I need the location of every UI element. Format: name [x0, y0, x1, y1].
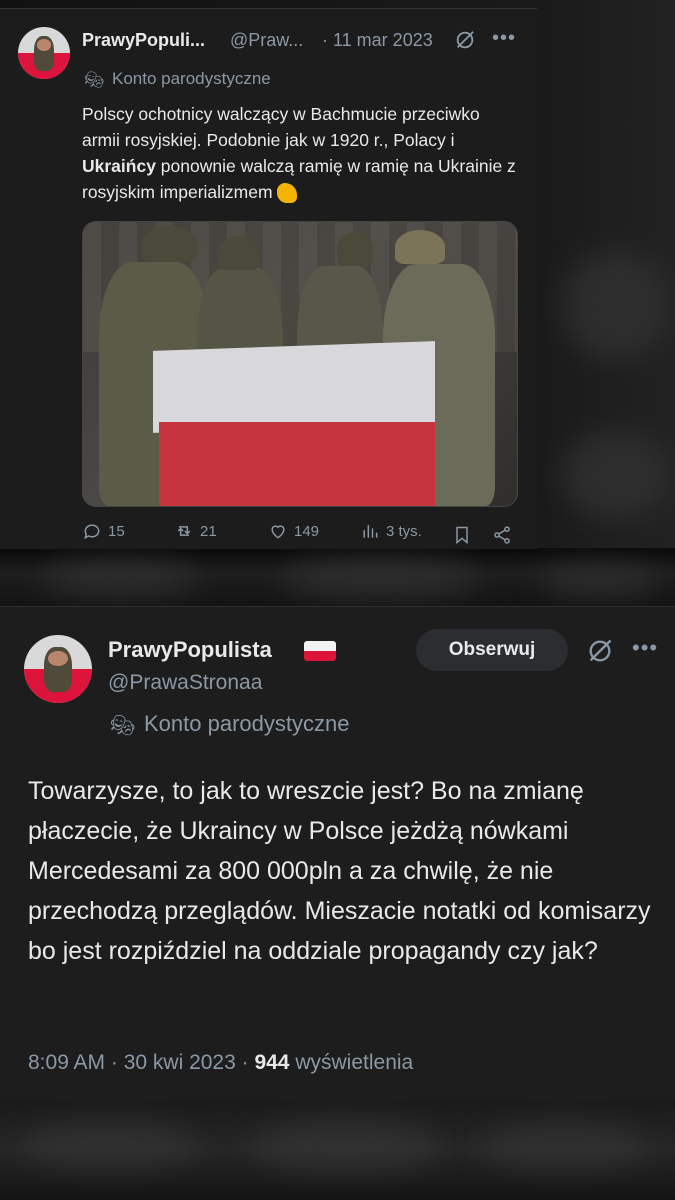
views-icon — [363, 525, 378, 538]
views-button[interactable]: 3 tys. — [360, 521, 422, 541]
grok-icon[interactable] — [454, 29, 476, 51]
tweet-meta: 8:09 AM · 30 kwi 2023 · 944 wyświetlenia — [28, 1051, 413, 1075]
handle[interactable]: @PrawaStronaa — [108, 671, 262, 695]
tweet-card-1[interactable]: PrawyPopuli... @Praw... · 11 mar 2023 ••… — [0, 8, 537, 549]
background-blur-side-2 — [560, 430, 670, 520]
like-count: 149 — [294, 522, 320, 540]
hashtag-link[interactable]: Ukraińcy — [82, 156, 156, 176]
like-button[interactable]: 149 — [268, 521, 319, 541]
flag-red-stripe — [159, 422, 435, 506]
avatar[interactable] — [24, 635, 92, 703]
flexed-biceps-emoji — [276, 183, 297, 204]
views-count: 944 — [254, 1051, 290, 1074]
avatar[interactable] — [18, 27, 70, 79]
grok-icon[interactable] — [586, 637, 614, 665]
theater-mask-icon: 🎭︎ — [110, 715, 136, 737]
flag-white-stripe — [153, 341, 435, 433]
views-label: wyświetlenia — [289, 1051, 414, 1074]
tweet-date[interactable]: · 11 mar 2023 — [322, 30, 433, 51]
reply-count: 15 — [108, 522, 125, 540]
theater-mask-icon: 🎭︎ — [84, 72, 105, 89]
background-blur-middle — [0, 548, 675, 610]
parody-label: Konto parodystyczne — [144, 711, 350, 736]
repost-button[interactable]: 21 — [174, 521, 217, 541]
views-count: 3 tys. — [386, 522, 422, 540]
background-blur-side — [560, 250, 670, 360]
background-blur-bottom — [0, 1100, 675, 1200]
tweet-text: Towarzysze, to jak to wreszcie jest? Bo … — [28, 777, 651, 965]
tweet-photo[interactable] — [82, 221, 518, 507]
display-name[interactable]: PrawyPopuli... — [82, 30, 205, 51]
reply-icon — [84, 524, 100, 540]
display-name[interactable]: PrawyPopulista — [108, 637, 272, 663]
share-icon[interactable] — [492, 525, 512, 545]
repost-icon — [177, 526, 191, 536]
like-icon — [271, 525, 285, 539]
tweet-text: Polscy ochotnicy walczący w Bachmucie pr… — [82, 104, 516, 204]
reply-button[interactable]: 15 — [82, 521, 125, 541]
more-icon[interactable]: ••• — [632, 635, 658, 661]
follow-button[interactable]: Obserwuj — [416, 629, 568, 671]
action-bar: 15 21 149 3 tys. — [82, 521, 522, 549]
poland-flag-icon — [304, 641, 336, 661]
handle[interactable]: @Praw... — [230, 30, 303, 51]
parody-label: Konto parodystyczne — [112, 69, 271, 88]
tweet-timestamp[interactable]: 8:09 AM · 30 kwi 2023 · — [28, 1051, 254, 1074]
repost-count: 21 — [200, 522, 217, 540]
bookmark-icon[interactable] — [452, 525, 472, 545]
tweet-card-2[interactable]: PrawyPopulista @PrawaStronaa Obserwuj ••… — [0, 606, 675, 1101]
more-icon[interactable]: ••• — [492, 27, 516, 50]
